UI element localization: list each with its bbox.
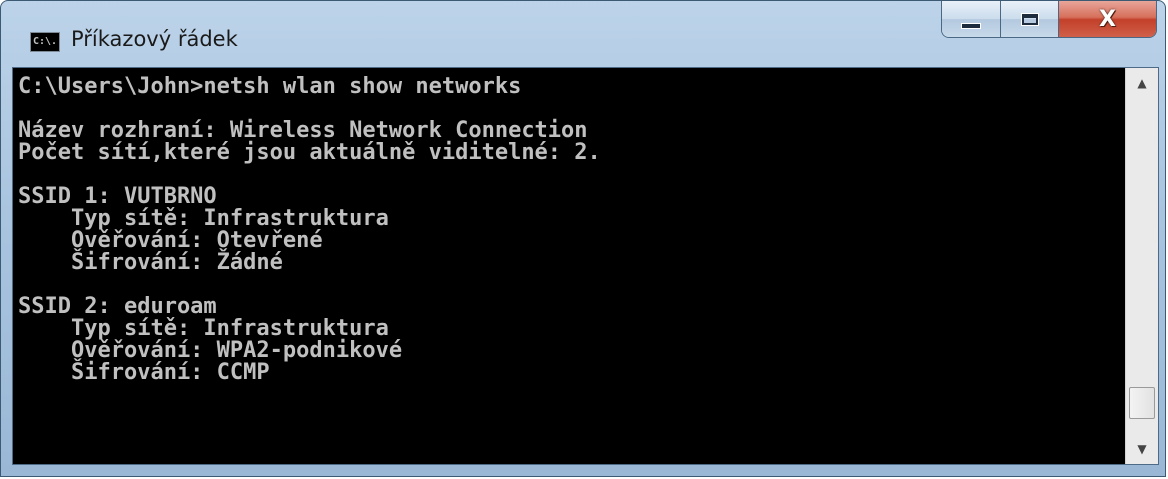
console-line: Šifrování: Žádné — [18, 250, 283, 275]
console-frame: C:\Users\John>netsh wlan show networks Ná… — [12, 67, 1159, 465]
console-line: Ověřování: WPA2-podnikové — [18, 338, 403, 363]
scroll-thumb[interactable] — [1129, 386, 1155, 419]
scroll-down-arrow-icon[interactable]: ▼ — [1126, 434, 1158, 464]
scroll-up-arrow-icon[interactable]: ▲ — [1126, 68, 1158, 98]
close-icon: X — [1099, 6, 1116, 32]
console-line: SSID 2: eduroam — [18, 294, 217, 319]
minimize-button[interactable] — [942, 1, 1000, 37]
command-prompt-window: C:\. Příkazový řádek X C:\Users\John>net… — [0, 0, 1166, 477]
close-button[interactable]: X — [1058, 1, 1156, 37]
console-line: Šifrování: CCMP — [18, 360, 270, 385]
console-line: Ověřování: Otevřené — [18, 228, 323, 253]
console-line: Název rozhraní: Wireless Network Connect… — [18, 118, 588, 143]
maximize-icon — [1020, 12, 1039, 26]
console-line: SSID 1: VUTBRNO — [18, 184, 217, 209]
maximize-button[interactable] — [1000, 1, 1058, 37]
window-title: Příkazový řádek — [71, 27, 238, 51]
minimize-icon — [961, 23, 981, 29]
console-line: C:\Users\John>netsh wlan show networks — [18, 76, 522, 99]
console-line: Počet sítí,které jsou aktuálně viditelné… — [18, 140, 601, 165]
console-line: Typ sítě: Infrastruktura — [18, 206, 389, 231]
caption-buttons: X — [941, 1, 1157, 38]
title-bar[interactable]: C:\. Příkazový řádek X — [1, 1, 1165, 67]
console-line: Typ sítě: Infrastruktura — [18, 316, 389, 341]
vertical-scrollbar[interactable]: ▲ ▼ — [1125, 68, 1158, 464]
console-output[interactable]: C:\Users\John>netsh wlan show networks Ná… — [18, 76, 1123, 461]
command-prompt-icon[interactable]: C:\. — [30, 32, 60, 52]
